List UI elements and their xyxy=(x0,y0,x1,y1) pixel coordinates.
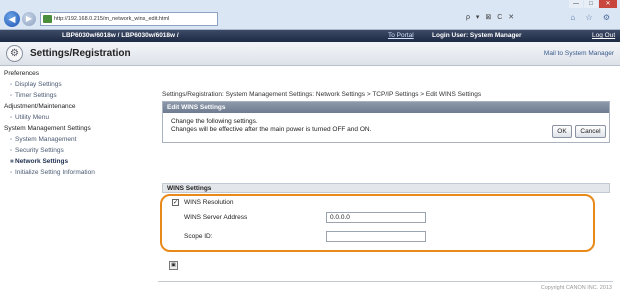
url-text: http://192.168.0.215/m_network_wins_edit… xyxy=(54,16,170,22)
browser-address-row: ◀ ▶ http://192.168.0.215/m_network_wins_… xyxy=(0,8,620,30)
message-line: Changes will be effective after the main… xyxy=(171,126,372,133)
sidebar-item-label: Timer Settings xyxy=(15,92,57,99)
ok-button[interactable]: OK xyxy=(552,125,572,138)
window-controls: — □ ✕ xyxy=(569,0,617,8)
to-portal-link[interactable]: To Portal xyxy=(388,32,414,39)
message-line: Change the following settings. xyxy=(171,118,258,125)
app-header-bar: LBP6030w/6018w / LBP6030w/6018w / To Por… xyxy=(0,30,620,42)
sidebar-heading-adjustment[interactable]: Adjustment/Maintenance xyxy=(4,103,76,110)
panel-title: Edit WINS Settings xyxy=(163,102,609,113)
sidebar-item-label: Display Settings xyxy=(15,81,62,88)
cancel-button[interactable]: Cancel xyxy=(575,125,606,138)
page-title-bar: ⚙ Settings/Registration Mail to System M… xyxy=(0,42,620,66)
sidebar-heading-system-management[interactable]: System Management Settings xyxy=(4,125,91,132)
section-title: WINS Settings xyxy=(162,183,610,193)
panel-message: Change the following settings. Changes w… xyxy=(171,118,371,134)
device-model: LBP6030w/6018w / LBP6030w/6018w / xyxy=(62,32,179,39)
sidebar: Preferences ▫ Display Settings ▫ Timer Set… xyxy=(0,67,150,297)
close-window-button[interactable]: ✕ xyxy=(599,0,617,8)
sidebar-item-display-settings[interactable]: ▫ Display Settings xyxy=(10,81,62,88)
sidebar-item-label: Security Settings xyxy=(15,147,64,154)
forward-arrow-icon[interactable]: ▶ xyxy=(22,12,36,26)
sidebar-item-system-management[interactable]: ▫ System Management xyxy=(10,136,76,143)
copyright: Copyright CANON INC. 2013 xyxy=(540,285,612,291)
sidebar-item-label: Network Settings xyxy=(15,158,69,165)
edit-wins-panel: Edit WINS Settings Change the following … xyxy=(162,101,610,143)
site-icon xyxy=(43,15,52,23)
divider xyxy=(158,281,613,282)
browser-tool-icons[interactable]: ⌂ ☆ ⚙ xyxy=(570,13,614,22)
login-user: Login User: System Manager xyxy=(432,32,522,39)
mail-to-manager-link[interactable]: Mail to System Manager xyxy=(544,50,614,57)
sidebar-item-label: Utility Menu xyxy=(15,114,49,121)
breadcrumb: Settings/Registration: System Management… xyxy=(162,91,482,98)
sidebar-item-timer-settings[interactable]: ▫ Timer Settings xyxy=(10,92,57,99)
sidebar-item-security-settings[interactable]: ▫ Security Settings xyxy=(10,147,64,154)
sidebar-item-initialize-settings[interactable]: ▫ Initialize Setting Information xyxy=(10,169,95,176)
sidebar-heading-preferences[interactable]: Preferences xyxy=(4,70,39,77)
sidebar-item-label: System Management xyxy=(15,136,77,143)
browser-titlebar: — □ ✕ xyxy=(0,0,620,8)
help-icon[interactable]: ▣ xyxy=(169,261,178,270)
page: — □ ✕ ◀ ▶ http://192.168.0.215/m_network… xyxy=(0,0,620,297)
sidebar-item-utility-menu[interactable]: ▫ Utility Menu xyxy=(10,114,49,121)
minimize-button[interactable]: — xyxy=(569,0,583,8)
sidebar-item-network-settings[interactable]: ■Network Settings xyxy=(10,158,68,165)
gear-icon: ⚙ xyxy=(6,45,23,62)
back-arrow-icon[interactable]: ◀ xyxy=(4,11,20,27)
logout-link[interactable]: Log Out xyxy=(592,32,615,39)
main-content: Settings/Registration: System Management… xyxy=(152,67,618,297)
address-actions[interactable]: ρ ▾ ⊠ C ✕ xyxy=(466,13,516,21)
sidebar-item-label: Initialize Setting Information xyxy=(15,169,95,176)
address-bar[interactable]: http://192.168.0.215/m_network_wins_edit… xyxy=(40,12,218,26)
maximize-button[interactable]: □ xyxy=(584,0,598,8)
highlight-outline xyxy=(160,194,595,252)
page-title: Settings/Registration xyxy=(30,48,131,59)
